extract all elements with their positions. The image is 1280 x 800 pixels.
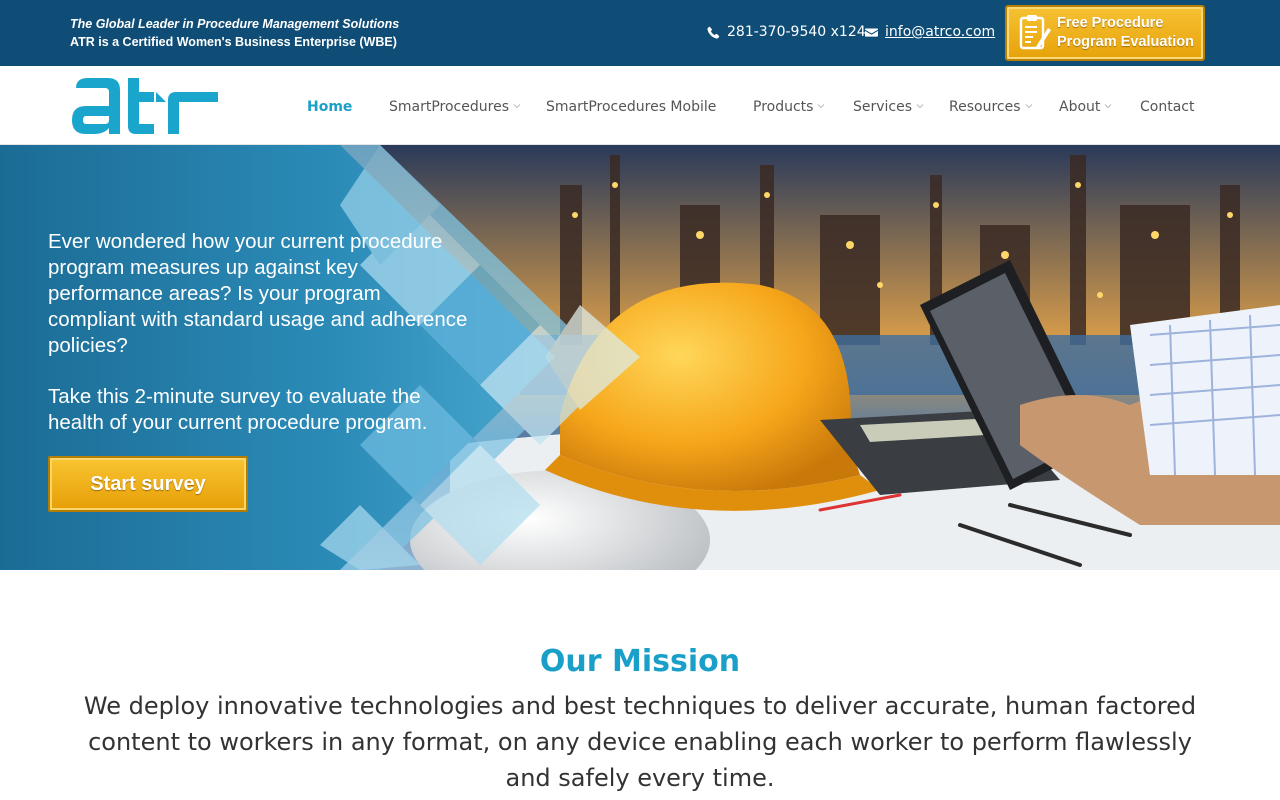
email-link[interactable]: info@atrco.com (885, 24, 995, 40)
mission-statement: We deploy innovative technologies and be… (83, 692, 1197, 792)
nav-item-services[interactable]: Services (853, 99, 924, 115)
email-contact[interactable]: info@atrco.com (865, 24, 995, 40)
nav-smartprocedures-mobile-label: SmartProcedures Mobile (546, 99, 717, 115)
top-bar: The Global Leader in Procedure Managemen… (0, 0, 1280, 66)
nav-item-resources[interactable]: Resources (949, 99, 1033, 115)
mission-heading: Our Mission (539, 644, 741, 679)
hero-banner: Ever wondered how your current procedure… (0, 145, 1280, 570)
hero-survey-invite: Take this 2-minute survey to evaluate th… (48, 385, 428, 434)
phone-number: 281-370-9540 x124 (727, 24, 866, 40)
nav-item-products[interactable]: Products (753, 99, 825, 115)
free-evaluation-line-1: Free Procedure (1057, 15, 1164, 31)
chevron-down-icon (1025, 104, 1032, 109)
hero-copy: Ever wondered how your current procedure… (48, 229, 468, 436)
clipboard-icon (1019, 15, 1051, 50)
tagline-leader: The Global Leader in Procedure Managemen… (70, 17, 400, 31)
nav-item-home[interactable]: Home (307, 99, 352, 115)
nav-item-smartprocedures[interactable]: SmartProcedures (389, 99, 521, 115)
atr-logo[interactable] (72, 74, 220, 138)
phone-icon (707, 26, 720, 39)
nav-resources-label: Resources (949, 99, 1021, 115)
free-evaluation-line-2: Program Evaluation (1057, 34, 1194, 50)
chevron-down-icon (1105, 104, 1112, 109)
nav-products-label: Products (753, 99, 814, 115)
main-navigation: Home SmartProcedures SmartProcedures Mob… (0, 66, 1280, 145)
nav-smartprocedures-label: SmartProcedures (389, 99, 509, 115)
tagline: The Global Leader in Procedure Managemen… (70, 15, 399, 51)
chevron-down-icon (916, 104, 924, 109)
phone-contact[interactable]: 281-370-9540 x124 (707, 24, 866, 40)
chevron-down-icon (513, 104, 521, 109)
nav-home-label: Home (307, 99, 353, 115)
nav-contact-label: Contact (1140, 99, 1195, 115)
hero-question: Ever wondered how your current procedure… (48, 230, 468, 357)
free-evaluation-label: Free Procedure Program Evaluation (1057, 14, 1194, 52)
envelope-icon (865, 27, 878, 37)
nav-about-label: About (1059, 99, 1101, 115)
nav-item-about[interactable]: About (1059, 99, 1112, 115)
start-survey-button[interactable]: Start survey (48, 456, 248, 512)
nav-services-label: Services (853, 99, 913, 115)
free-evaluation-button[interactable]: Free Procedure Program Evaluation (1005, 5, 1205, 61)
chevron-down-icon (818, 104, 825, 109)
nav-item-smartprocedures-mobile[interactable]: SmartProcedures Mobile (546, 99, 716, 115)
tagline-wbe: ATR is a Certified Women's Business Ente… (70, 35, 397, 49)
nav-item-contact[interactable]: Contact (1140, 99, 1194, 115)
